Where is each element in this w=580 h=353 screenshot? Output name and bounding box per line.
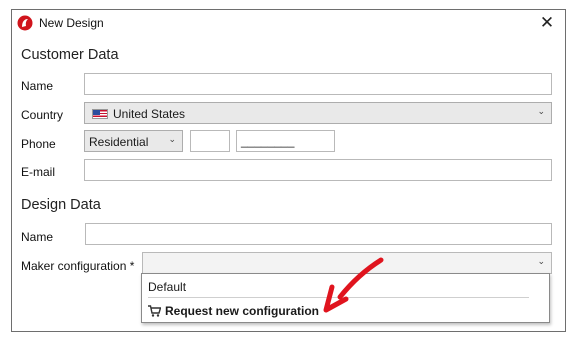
cart-icon: [148, 305, 162, 317]
chevron-down-icon: ⌄: [537, 256, 545, 266]
phone-type-value: Residential: [89, 135, 149, 149]
option-default[interactable]: Default: [148, 280, 186, 294]
us-flag-icon: [92, 109, 108, 119]
design-data-heading: Design Data: [21, 197, 101, 213]
phone-label: Phone: [21, 137, 56, 151]
customer-name-input[interactable]: [84, 73, 552, 95]
request-new-configuration-item[interactable]: Request new configuration: [148, 304, 319, 318]
email-input[interactable]: [84, 159, 552, 181]
window-title: New Design: [39, 16, 104, 30]
title-bar: New Design ✕: [12, 10, 565, 36]
app-logo-icon: [17, 15, 33, 31]
country-select[interactable]: United States ⌄: [84, 102, 552, 124]
dropdown-divider: [148, 297, 529, 298]
phone-area-input[interactable]: [190, 130, 230, 152]
maker-configuration-dropdown: Default Request new configuration: [141, 273, 550, 323]
country-label: Country: [21, 108, 64, 122]
country-value: United States: [113, 107, 186, 121]
chevron-down-icon: ⌄: [537, 106, 545, 116]
design-name-label: Name: [21, 230, 54, 244]
email-label: E-mail: [21, 165, 56, 179]
request-new-configuration-label: Request new configuration: [165, 304, 320, 318]
maker-configuration-label: Maker configuration *: [21, 259, 135, 273]
chevron-down-icon: ⌄: [168, 134, 176, 144]
close-button[interactable]: ✕: [537, 13, 557, 33]
phone-number-input[interactable]: ________: [236, 130, 335, 152]
phone-type-select[interactable]: Residential ⌄: [84, 130, 183, 152]
close-icon: ✕: [539, 13, 555, 32]
phone-mask: ________: [241, 134, 295, 148]
maker-configuration-select[interactable]: ⌄: [142, 252, 552, 274]
customer-name-label: Name: [21, 79, 54, 93]
design-name-input[interactable]: [85, 223, 552, 245]
customer-data-heading: Customer Data: [21, 47, 119, 63]
